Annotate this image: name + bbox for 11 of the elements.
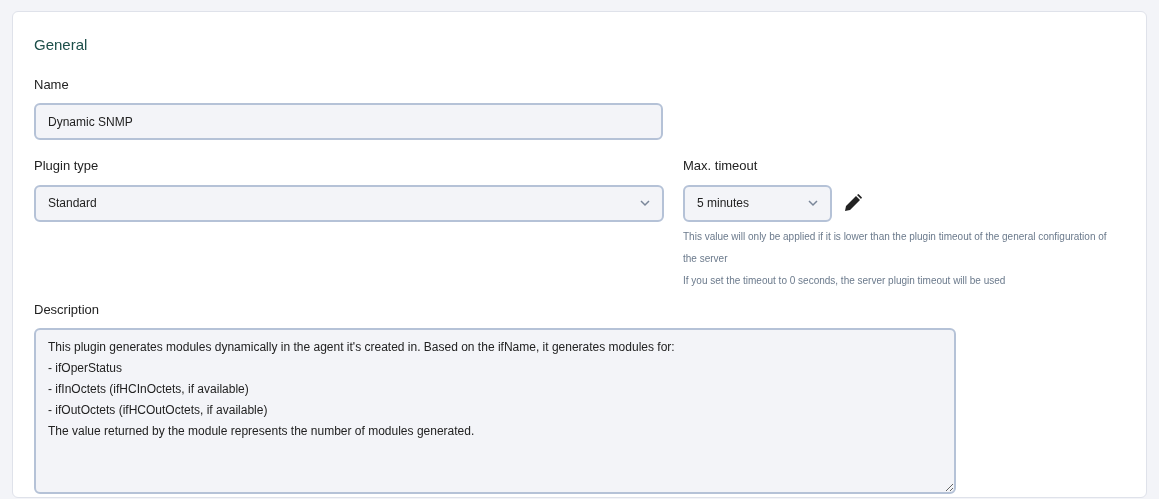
section-title: General — [34, 35, 89, 55]
field-label: Description — [34, 300, 100, 319]
help-text: If you set the timeout to 0 seconds, the server plugin timeout will be used — [683, 273, 1007, 288]
timeout-select[interactable]: 5 minutes — [683, 184, 832, 222]
field-label: Max. timeout — [683, 157, 758, 175]
name-field[interactable]: Dynamic SNMP — [34, 103, 663, 140]
help-text: This value will only be applied if it is lower than the plugin timeout of the general configuration of the server — [683, 229, 1108, 266]
plugin-type-select[interactable]: Standard — [34, 184, 664, 222]
description-field[interactable]: This plugin generates modules dynamically in the agent it's created in. Based on the ifName, it generates modules for: - ifOperStatus - ifInOctets (ifHCInOctets, if available) - ifOutOctets (ifHCOutOctets, if available) The value returned by the module represents the number of modules generated. — [34, 328, 956, 494]
field-label: Name — [34, 75, 69, 94]
field-label: Plugin type — [34, 157, 99, 175]
